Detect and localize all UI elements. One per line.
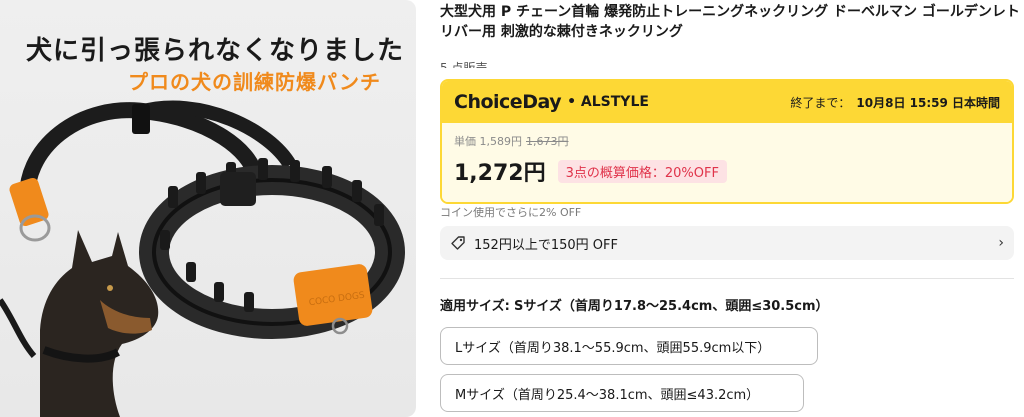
unit-price: 単価 1,589円 1,673円 bbox=[454, 133, 1000, 149]
size-option-m[interactable]: Mサイズ（首周り25.4～38.1cm、頭囲≤43.2cm） bbox=[440, 374, 804, 412]
choice-day-logo: ChoiceDay bbox=[454, 91, 562, 113]
store-name[interactable]: • ALSTYLE bbox=[567, 94, 649, 110]
unit-original-price: 1,673円 bbox=[526, 135, 569, 148]
day-logo-text: Day bbox=[522, 91, 562, 113]
coupon-row[interactable]: 152円以上で150円 OFF › bbox=[440, 226, 1014, 260]
product-title: 大型犬用 P チェーン首輪 爆発防止トレーニングネックリング ドーベルマン ゴー… bbox=[440, 4, 1020, 40]
size-label-key: 適用サイズ: bbox=[440, 299, 510, 314]
deal-end-time: 10月8日 15:59 日本時間 bbox=[856, 95, 1000, 110]
unit-price-value: 1,589円 bbox=[479, 135, 523, 148]
tag-icon bbox=[451, 236, 465, 250]
sold-count: 5 点販売 bbox=[440, 61, 488, 68]
deal-body: 単価 1,589円 1,673円 1,272円 3点の概算価格：20%OFF bbox=[442, 123, 1012, 202]
deal-header: ChoiceDay • ALSTYLE 終了まで： 10月8日 15:59 日本時… bbox=[442, 81, 1012, 123]
selected-size-label: 適用サイズ: Sサイズ（首周り17.8～25.4cm、頭囲≤30.5cm） bbox=[440, 295, 829, 314]
product-image[interactable]: COCO DOGS 犬に引っ張られなくなりました プロの犬の訓練防爆パンチ bbox=[0, 0, 416, 417]
section-divider bbox=[440, 278, 1014, 279]
price-row: 1,272円 3点の概算価格：20%OFF bbox=[454, 155, 1000, 187]
choice-day-deal: ChoiceDay • ALSTYLE 終了まで： 10月8日 15:59 日本時… bbox=[440, 79, 1014, 204]
size-label-value: Sサイズ（首周り17.8～25.4cm、頭囲≤30.5cm） bbox=[513, 299, 829, 314]
deal-end-label: 終了まで： bbox=[790, 95, 851, 110]
sale-price: 1,272円 bbox=[454, 161, 546, 186]
image-headline: 犬に引っ張られなくなりました bbox=[26, 36, 405, 66]
bundle-discount-badge: 3点の概算価格：20%OFF bbox=[557, 159, 727, 183]
chevron-right-icon: › bbox=[998, 235, 1004, 251]
coin-discount-note: コイン使用でさらに2% OFF bbox=[440, 206, 582, 219]
image-subline: プロの犬の訓練防爆パンチ bbox=[128, 70, 381, 94]
size-option-l[interactable]: Lサイズ（首周り38.1～55.9cm、頭囲55.9cm以下） bbox=[440, 327, 818, 365]
choice-logo-text: Choice bbox=[454, 91, 523, 113]
deal-countdown: 終了まで： 10月8日 15:59 日本時間 bbox=[790, 94, 1000, 111]
unit-price-label: 単価 bbox=[454, 135, 476, 148]
coupon-text: 152円以上で150円 OFF bbox=[474, 237, 618, 253]
